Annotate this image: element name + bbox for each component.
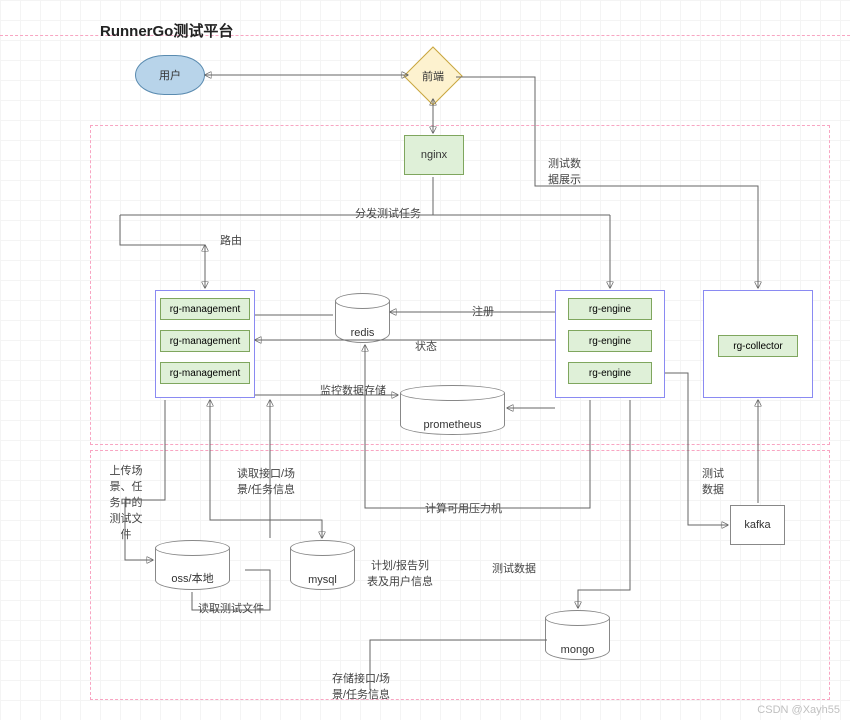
dispatch-label: 分发测试任务 bbox=[355, 205, 421, 221]
plan-report-label: 计划/报告列 表及用户信息 bbox=[367, 557, 433, 589]
monitor-store-label: 监控数据存储 bbox=[320, 382, 386, 398]
kafka-node: kafka bbox=[730, 505, 785, 545]
nginx-label: nginx bbox=[421, 149, 447, 161]
redis-node: redis bbox=[335, 293, 390, 343]
store-api-scene-label: 存储接口/场 景/任务信息 bbox=[332, 670, 390, 702]
rg-management-2: rg-management bbox=[160, 330, 250, 352]
test-data-mongo-label: 测试数据 bbox=[492, 560, 536, 576]
user-node: 用户 bbox=[135, 55, 205, 95]
state-label: 状态 bbox=[415, 338, 437, 354]
compute-pressure-label: 计算可用压力机 bbox=[425, 500, 502, 516]
watermark: CSDN @Xayh55 bbox=[757, 704, 840, 716]
mysql-node: mysql bbox=[290, 540, 355, 590]
frontend-label: 前端 bbox=[422, 68, 444, 84]
rg-engine-2: rg-engine bbox=[568, 330, 652, 352]
oss-node: oss/本地 bbox=[155, 540, 230, 590]
test-data-kafka-label: 测试 数据 bbox=[702, 465, 724, 497]
redis-label: redis bbox=[335, 327, 390, 339]
nginx-node: nginx bbox=[404, 135, 464, 175]
prometheus-label: prometheus bbox=[400, 419, 505, 431]
route-label: 路由 bbox=[220, 232, 242, 248]
read-test-files-label: 读取测试文件 bbox=[198, 600, 264, 616]
test-data-display-label: 测试数 据展示 bbox=[548, 155, 581, 187]
mongo-node: mongo bbox=[545, 610, 610, 660]
rg-management-1: rg-management bbox=[160, 298, 250, 320]
diagram-title: RunnerGo测试平台 bbox=[100, 20, 233, 41]
rg-management-3: rg-management bbox=[160, 362, 250, 384]
rg-collector-item: rg-collector bbox=[718, 335, 798, 357]
upload-files-label: 上传场 景、任 务中的 测试文 件 bbox=[102, 462, 150, 542]
read-api-scene-label: 读取接口/场 景/任务信息 bbox=[237, 465, 295, 497]
kafka-label: kafka bbox=[744, 519, 770, 531]
oss-label: oss/本地 bbox=[155, 570, 230, 586]
mongo-label: mongo bbox=[545, 644, 610, 656]
rg-engine-3: rg-engine bbox=[568, 362, 652, 384]
rg-engine-1: rg-engine bbox=[568, 298, 652, 320]
user-label: 用户 bbox=[159, 67, 181, 83]
prometheus-node: prometheus bbox=[400, 385, 505, 435]
diagram-canvas: RunnerGo测试平台 用户 前端 nginx rg-management r… bbox=[0, 0, 850, 720]
mysql-label: mysql bbox=[290, 574, 355, 586]
register-label: 注册 bbox=[472, 303, 494, 319]
